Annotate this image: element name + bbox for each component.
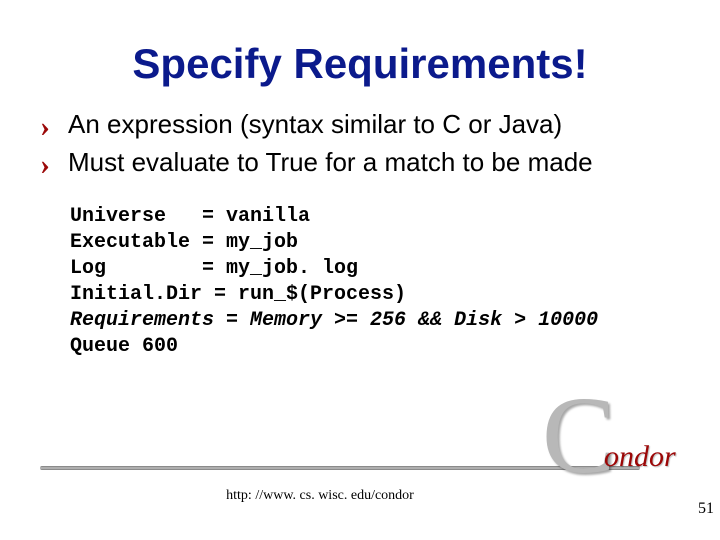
bullet-text: Must evaluate to True for a match to be … — [68, 146, 680, 179]
code-line: Universe = vanilla — [70, 205, 310, 228]
bullet-list: › An expression (syntax similar to C or … — [40, 108, 680, 180]
code-line-requirements: Requirements = Memory >= 256 && Disk > 1… — [70, 309, 598, 332]
page-number: 51 — [698, 500, 714, 518]
footer-url: http: //www. cs. wisc. edu/condor — [0, 488, 640, 504]
bullet-item: › Must evaluate to True for a match to b… — [40, 146, 680, 180]
chevron-right-icon: › — [40, 150, 68, 180]
code-line: Initial.Dir = run_$(Process) — [70, 283, 406, 306]
code-line: Log = my_job. log — [70, 257, 358, 280]
logo-text-ondor: ondor — [604, 440, 676, 474]
code-line: Executable = my_job — [70, 231, 298, 254]
code-block: Universe = vanilla Executable = my_job L… — [70, 204, 680, 360]
bullet-item: › An expression (syntax similar to C or … — [40, 108, 680, 142]
chevron-right-icon: › — [40, 112, 68, 142]
code-line: Queue 600 — [70, 335, 178, 358]
bullet-text: An expression (syntax similar to C or Ja… — [68, 108, 680, 141]
slide-title: Specify Requirements! — [40, 40, 680, 88]
